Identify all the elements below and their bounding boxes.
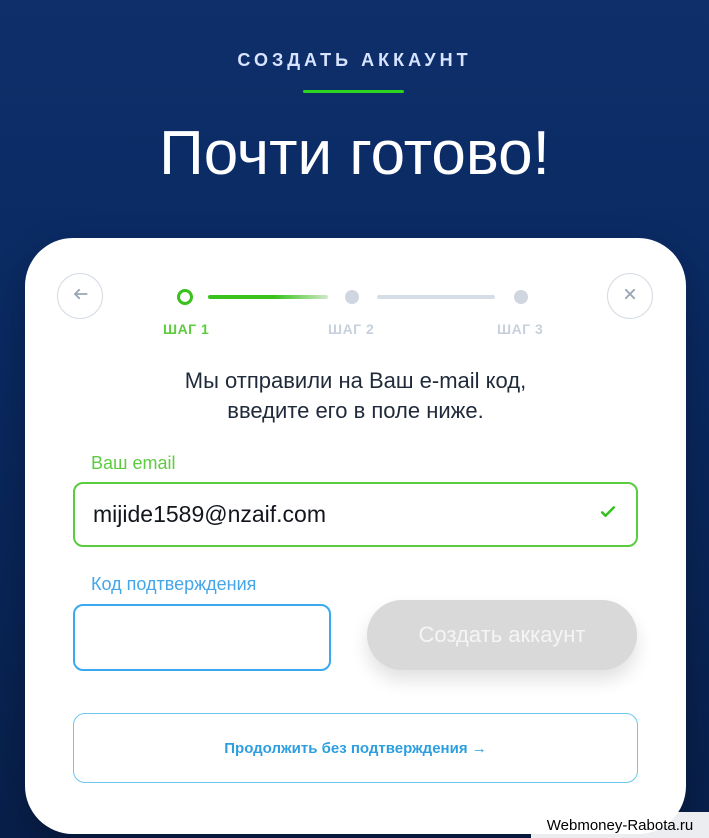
hero-underline <box>303 90 404 93</box>
signup-card: ШАГ 1 ШАГ 2 ШАГ 3 Мы отправили на Ваш e-… <box>25 238 686 834</box>
check-icon <box>598 502 618 527</box>
step-line-1 <box>208 295 328 299</box>
continue-without-confirmation-button[interactable]: Продолжить без подтверждения → <box>73 713 638 783</box>
verification-code-field[interactable] <box>73 604 331 671</box>
stepper: ШАГ 1 ШАГ 2 ШАГ 3 <box>25 238 686 358</box>
step-label-2: ШАГ 2 <box>328 321 375 337</box>
step-line-2 <box>377 295 495 299</box>
step-label-1: ШАГ 1 <box>163 321 210 337</box>
email-field[interactable]: mijide1589@nzaif.com <box>73 482 638 547</box>
step-dot-2 <box>345 290 359 304</box>
instructions-line-1: Мы отправили на Ваш e-mail код, <box>184 368 527 393</box>
page-title: Почти готово! <box>159 119 550 188</box>
instructions-line-2: введите его в поле ниже. <box>227 398 484 423</box>
instructions-text: Мы отправили на Ваш e-mail код, введите … <box>25 366 686 426</box>
step-dot-1 <box>177 289 193 305</box>
create-account-button[interactable]: Создать аккаунт <box>367 600 637 670</box>
watermark: Webmoney-Rabota.ru <box>531 812 709 838</box>
step-dot-3 <box>514 290 528 304</box>
hero-kicker: СОЗДАТЬ АККАУНТ <box>237 50 472 70</box>
code-label: Код подтверждения <box>91 574 257 594</box>
email-label: Ваш email <box>91 453 176 473</box>
step-label-3: ШАГ 3 <box>497 321 544 337</box>
email-value: mijide1589@nzaif.com <box>93 501 327 527</box>
